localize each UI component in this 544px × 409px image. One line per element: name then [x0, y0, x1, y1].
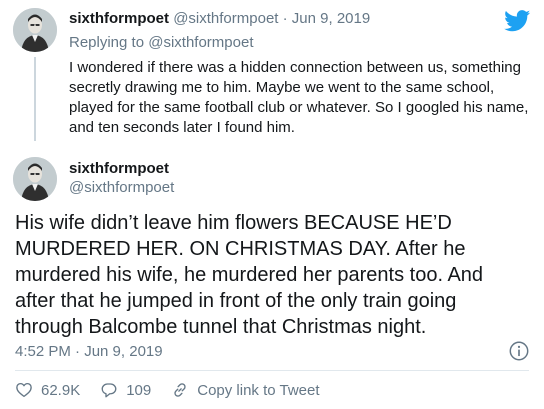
- avatar[interactable]: [13, 8, 57, 52]
- avatar-portrait-icon: [13, 8, 57, 52]
- main-author-name[interactable]: sixthformpoet: [69, 159, 169, 179]
- copy-link-label: Copy link to Tweet: [197, 381, 320, 399]
- tweet-timestamp[interactable]: 4:52 PM · Jun 9, 2019: [15, 342, 163, 362]
- divider: [15, 370, 529, 371]
- link-icon: [174, 383, 186, 397]
- like-count: 62.9K: [41, 381, 81, 399]
- reply-author-handle[interactable]: @sixthformpoet: [173, 10, 278, 27]
- like-button[interactable]: 62.9K: [15, 381, 80, 399]
- replying-to-handle[interactable]: @sixthformpoet: [148, 34, 253, 51]
- main-author-handle[interactable]: @sixthformpoet: [69, 178, 174, 198]
- thread-connector-line: [34, 57, 36, 141]
- reply-header: sixthformpoet @sixthformpoet · Jun 9, 20…: [69, 9, 370, 29]
- speech-bubble-icon: [101, 383, 117, 398]
- info-icon[interactable]: [508, 340, 530, 362]
- reply-button[interactable]: 109: [100, 381, 151, 399]
- avatar[interactable]: [13, 157, 57, 201]
- reply-date[interactable]: Jun 9, 2019: [292, 10, 370, 27]
- reply-author-name[interactable]: sixthformpoet: [69, 10, 169, 27]
- reply-separator: ·: [282, 10, 288, 27]
- avatar-portrait-icon: [13, 157, 57, 201]
- reply-tweet: sixthformpoet @sixthformpoet · Jun 9, 20…: [0, 0, 544, 150]
- heart-icon: [16, 382, 32, 398]
- copy-link-button[interactable]: Copy link to Tweet: [171, 381, 320, 399]
- reply-tweet-text: I wondered if there was a hidden connect…: [69, 59, 529, 136]
- replying-to-label: Replying to: [69, 34, 145, 51]
- tweet-actions: 62.9K 109 Copy link to Tweet: [15, 379, 320, 401]
- replying-to: Replying to @sixthformpoet: [69, 33, 253, 53]
- twitter-bird-icon[interactable]: [504, 10, 531, 32]
- main-tweet-text: His wife didn’t leave him flowers BECAUS…: [15, 212, 484, 338]
- reply-count: 109: [126, 381, 152, 399]
